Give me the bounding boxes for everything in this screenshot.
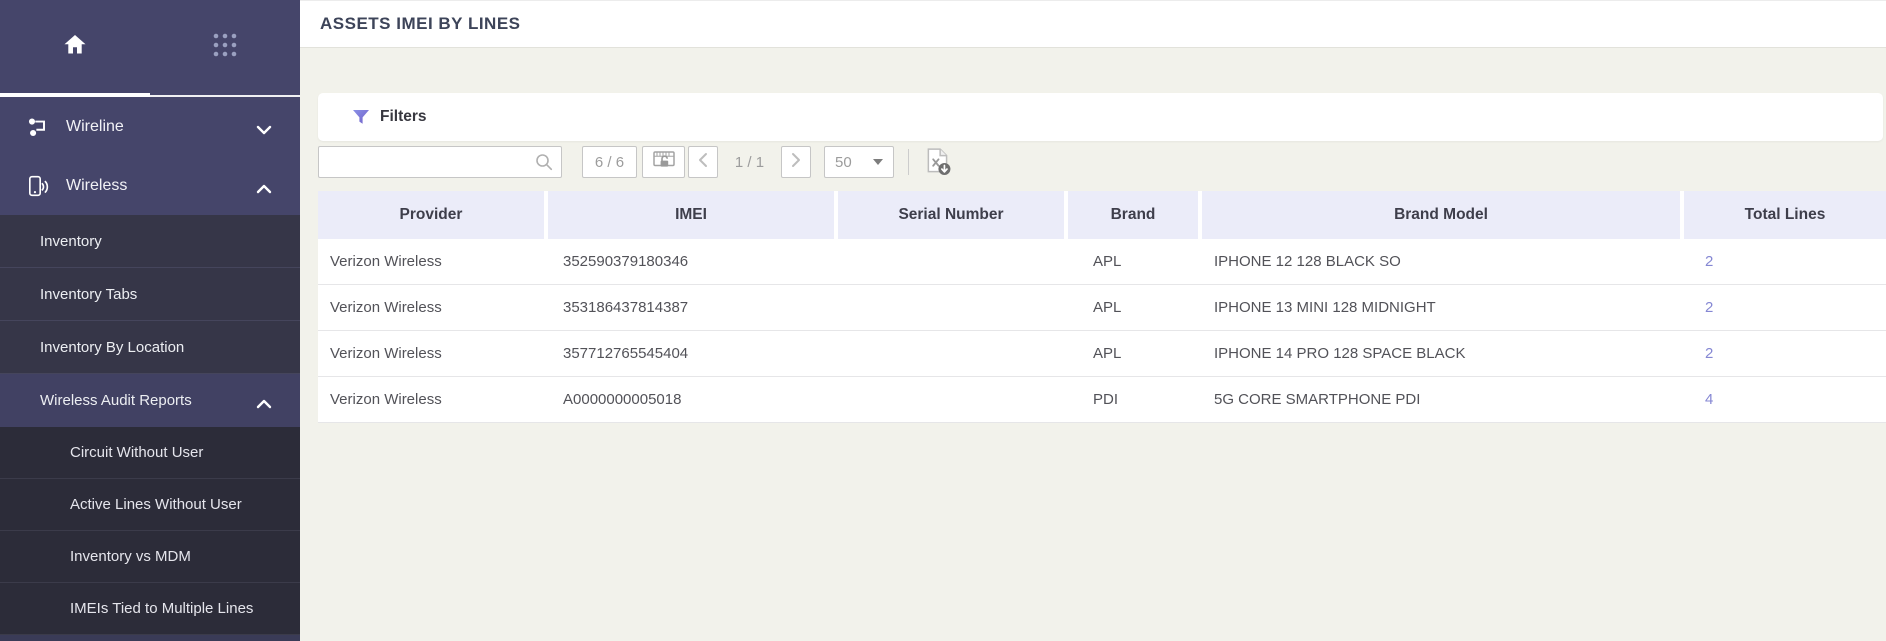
lock-columns-button[interactable] xyxy=(642,146,685,178)
toolbar: 6 / 6 1 / 1 50 xyxy=(318,146,953,178)
column-header-brand[interactable]: Brand xyxy=(1068,191,1202,239)
sidebar-item-label: Circuit Without User xyxy=(70,444,204,461)
cell-imei: 357712765545404 xyxy=(548,331,838,377)
table-row: Verizon Wireless A0000000005018 PDI 5G C… xyxy=(318,377,1886,423)
filter-icon xyxy=(352,108,370,126)
lock-columns-icon xyxy=(651,147,677,177)
cell-provider: Verizon Wireless xyxy=(318,239,548,285)
page-size-value: 50 xyxy=(835,153,852,171)
cell-serial xyxy=(838,331,1068,377)
total-lines-link[interactable]: 2 xyxy=(1705,253,1713,270)
filters-panel[interactable]: Filters xyxy=(318,93,1883,141)
cell-brand-model: IPHONE 12 128 BLACK SO xyxy=(1202,239,1684,285)
table-row: Verizon Wireless 353186437814387 APL IPH… xyxy=(318,285,1886,331)
table-body: Verizon Wireless 352590379180346 APL IPH… xyxy=(318,239,1886,423)
column-header-serial[interactable]: Serial Number xyxy=(838,191,1068,239)
home-icon xyxy=(62,32,88,63)
cell-provider: Verizon Wireless xyxy=(318,285,548,331)
chevron-up-icon xyxy=(256,181,272,193)
tab-home[interactable] xyxy=(0,0,150,97)
next-page-button[interactable] xyxy=(781,146,811,178)
cell-brand-model: 5G CORE SMARTPHONE PDI xyxy=(1202,377,1684,423)
page-header: ASSETS IMEI BY LINES xyxy=(300,0,1886,48)
cell-imei: 353186437814387 xyxy=(548,285,838,331)
assets-table: Provider IMEI Serial Number Brand Brand … xyxy=(318,191,1886,423)
page-indicator: 1 / 1 xyxy=(734,153,765,171)
sidebar-item-inventory-by-location[interactable]: Inventory By Location xyxy=(0,321,300,374)
cell-provider: Verizon Wireless xyxy=(318,377,548,423)
sidebar-next-item-partial xyxy=(0,635,300,641)
cell-brand: APL xyxy=(1068,239,1202,285)
sidebar-item-active-lines-without-user[interactable]: Active Lines Without User xyxy=(0,479,300,531)
sidebar-item-wireless[interactable]: Wireless xyxy=(0,156,300,215)
sidebar-item-label: IMEIs Tied to Multiple Lines xyxy=(70,600,254,617)
sidebar-item-wireline[interactable]: Wireline xyxy=(0,97,300,156)
sidebar-item-label: Inventory By Location xyxy=(40,338,185,356)
cell-provider: Verizon Wireless xyxy=(318,331,548,377)
export-excel-icon xyxy=(923,148,953,181)
records-count: 6 / 6 xyxy=(582,146,637,178)
sidebar-item-label: Active Lines Without User xyxy=(70,496,242,513)
page-size-select[interactable]: 50 xyxy=(824,146,894,178)
cell-imei: A0000000005018 xyxy=(548,377,838,423)
sidebar-item-circuit-without-user[interactable]: Circuit Without User xyxy=(0,427,300,479)
search-input[interactable] xyxy=(318,146,562,178)
dropdown-caret-icon xyxy=(873,159,883,165)
export-excel-button[interactable] xyxy=(923,147,953,177)
sidebar-item-label: Inventory vs MDM xyxy=(70,548,191,565)
sidebar-tabs xyxy=(0,0,300,97)
page-title: ASSETS IMEI BY LINES xyxy=(320,14,521,33)
cell-serial xyxy=(838,285,1068,331)
wireless-icon xyxy=(26,174,50,198)
toolbar-divider xyxy=(908,149,909,175)
chevron-up-icon xyxy=(256,396,272,408)
main-content: ASSETS IMEI BY LINES Filters 6 / 6 1 / 1… xyxy=(300,0,1886,641)
prev-page-icon xyxy=(697,152,709,172)
total-lines-link[interactable]: 4 xyxy=(1705,391,1713,408)
total-lines-link[interactable]: 2 xyxy=(1705,345,1713,362)
cell-brand-model: IPHONE 14 PRO 128 SPACE BLACK xyxy=(1202,331,1684,377)
column-header-total-lines[interactable]: Total Lines xyxy=(1684,191,1886,239)
sidebar-item-label: Inventory Tabs xyxy=(40,285,138,303)
wireline-icon xyxy=(26,115,50,139)
sidebar-item-label: Wireline xyxy=(66,117,124,135)
sidebar-item-label: Wireless xyxy=(66,176,128,194)
column-header-brand-model[interactable]: Brand Model xyxy=(1202,191,1684,239)
cell-brand: APL xyxy=(1068,285,1202,331)
table-row: Verizon Wireless 357712765545404 APL IPH… xyxy=(318,331,1886,377)
filters-label: Filters xyxy=(380,108,427,125)
cell-brand-model: IPHONE 13 MINI 128 MIDNIGHT xyxy=(1202,285,1684,331)
search-icon xyxy=(534,152,554,172)
sidebar-item-label: Wireless Audit Reports xyxy=(40,392,192,409)
sidebar-item-inventory-tabs[interactable]: Inventory Tabs xyxy=(0,268,300,321)
sidebar-item-imeis-tied-to-multiple-lines[interactable]: IMEIs Tied to Multiple Lines xyxy=(0,583,300,635)
cell-serial xyxy=(838,377,1068,423)
cell-serial xyxy=(838,239,1068,285)
sidebar-item-inventory-vs-mdm[interactable]: Inventory vs MDM xyxy=(0,531,300,583)
table-row: Verizon Wireless 352590379180346 APL IPH… xyxy=(318,239,1886,285)
column-header-imei[interactable]: IMEI xyxy=(548,191,838,239)
sidebar-item-wireless-audit-reports[interactable]: Wireless Audit Reports xyxy=(0,374,300,427)
cell-brand: PDI xyxy=(1068,377,1202,423)
column-header-provider[interactable]: Provider xyxy=(318,191,548,239)
tab-apps[interactable] xyxy=(150,0,300,95)
apps-grid-icon xyxy=(212,32,238,63)
search-wrap xyxy=(318,146,562,178)
total-lines-link[interactable]: 2 xyxy=(1705,299,1713,316)
sidebar: Wireline Wireless Inventory Inventory Ta… xyxy=(0,0,300,641)
chevron-down-icon xyxy=(256,122,272,134)
prev-page-button[interactable] xyxy=(688,146,718,178)
next-page-icon xyxy=(790,152,802,172)
sidebar-item-label: Inventory xyxy=(40,232,102,250)
cell-brand: APL xyxy=(1068,331,1202,377)
sidebar-item-inventory[interactable]: Inventory xyxy=(0,215,300,268)
table-header-row: Provider IMEI Serial Number Brand Brand … xyxy=(318,191,1886,239)
cell-imei: 352590379180346 xyxy=(548,239,838,285)
